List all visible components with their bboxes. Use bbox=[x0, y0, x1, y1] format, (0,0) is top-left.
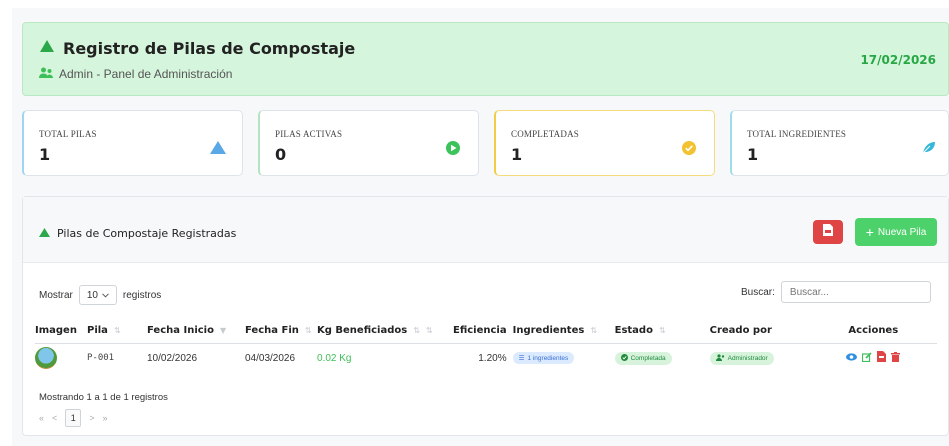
stat-card-completadas: COMPLETADAS 1 bbox=[494, 110, 715, 176]
list-icon: ☰ bbox=[518, 355, 525, 363]
cell-ingredientes: ☰ 1 ingredientes bbox=[512, 343, 615, 373]
chevron-down-icon bbox=[102, 290, 109, 301]
last-page-button[interactable]: » bbox=[103, 413, 108, 423]
mountain-icon bbox=[39, 227, 50, 240]
column-header-pila[interactable]: Pila ⇅ bbox=[87, 319, 147, 344]
page-title: Registro de Pilas de Compostaje bbox=[63, 39, 356, 58]
column-header-acciones: Acciones bbox=[809, 319, 937, 344]
page-subtitle: Admin - Panel de Administración bbox=[59, 67, 233, 81]
column-header-ingredientes[interactable]: Ingredientes ⇅ bbox=[512, 319, 615, 344]
page-1-button[interactable]: 1 bbox=[65, 409, 82, 427]
ingredientes-badge[interactable]: ☰ 1 ingredientes bbox=[512, 352, 575, 365]
row-actions bbox=[810, 351, 937, 365]
cell-acciones bbox=[810, 343, 937, 373]
column-header-imagen[interactable]: Imagen bbox=[35, 319, 87, 344]
stat-value: 1 bbox=[747, 145, 759, 164]
cell-imagen bbox=[35, 343, 87, 373]
current-date: 17/02/2026 bbox=[860, 53, 936, 67]
cell-eficiencia: 1.20% bbox=[478, 352, 507, 364]
stat-card-total-pilas: TOTAL PILAS 1 bbox=[22, 110, 243, 176]
cell-creado-por: Administrador bbox=[709, 343, 810, 373]
panel-title-text: Pilas de Compostaje Registradas bbox=[57, 227, 237, 240]
panel-header: Pilas de Compostaje Registradas + Nueva … bbox=[23, 197, 948, 263]
new-pila-button[interactable]: + Nueva Pila bbox=[855, 218, 937, 246]
export-pdf-button[interactable] bbox=[813, 220, 843, 244]
search-input[interactable] bbox=[780, 281, 931, 303]
column-header-fecha-inicio[interactable]: Fecha Inicio ▼ bbox=[147, 319, 245, 344]
mountain-icon bbox=[39, 39, 55, 58]
column-header-kg[interactable]: Kg Beneficiados ⇅ ⇅ bbox=[317, 319, 433, 344]
new-pila-label: Nueva Pila bbox=[877, 226, 927, 238]
status-badge: Completada bbox=[614, 351, 672, 365]
file-pdf-icon[interactable] bbox=[877, 351, 887, 365]
cell-pila: P-001 bbox=[87, 353, 115, 364]
column-header-estado[interactable]: Estado ⇅ bbox=[614, 319, 710, 344]
creator-badge: Administrador bbox=[709, 351, 774, 365]
page-size-select[interactable]: 10 bbox=[78, 285, 117, 305]
play-icon bbox=[446, 141, 460, 160]
panel-title: Pilas de Compostaje Registradas bbox=[39, 227, 236, 240]
header-subtitle-row: Admin - Panel de Administración bbox=[39, 67, 232, 81]
cell-fecha-fin: 04/03/2026 bbox=[245, 352, 296, 364]
pilas-table: Imagen Pila ⇅ Fecha Inicio ▼ Fecha Fin ⇅ Kg… bbox=[35, 319, 937, 373]
check-circle-icon bbox=[682, 141, 696, 160]
trash-icon[interactable] bbox=[891, 351, 901, 365]
stat-value: 1 bbox=[511, 145, 523, 164]
table-row: P-001 10/02/2026 04/03/2026 0.02 Kg 1.20… bbox=[35, 343, 937, 373]
triangle-icon bbox=[210, 141, 226, 159]
page-size-control: Mostrar 10 registros bbox=[39, 285, 161, 305]
column-header-creado-por[interactable]: Creado por bbox=[709, 319, 810, 344]
stat-value: 0 bbox=[275, 145, 287, 164]
cell-fecha-inicio: 10/02/2026 bbox=[147, 352, 198, 364]
cell-estado: Completada bbox=[614, 343, 710, 373]
column-header-eficiencia[interactable]: Eficiencia bbox=[432, 319, 513, 344]
stat-label: COMPLETADAS bbox=[511, 129, 579, 139]
cell-kg: 0.02 Kg bbox=[317, 352, 352, 364]
first-page-button[interactable]: « bbox=[39, 413, 44, 423]
column-header-fecha-fin[interactable]: Fecha Fin ⇅ bbox=[245, 319, 317, 344]
page-size-value: 10 bbox=[86, 289, 98, 301]
stat-value: 1 bbox=[39, 145, 51, 164]
file-pdf-icon bbox=[823, 223, 833, 241]
plus-icon: + bbox=[865, 224, 874, 240]
stat-label: TOTAL PILAS bbox=[39, 129, 97, 139]
header-title-row: Registro de Pilas de Compostaje bbox=[39, 39, 355, 58]
records-label: registros bbox=[122, 289, 162, 301]
search-label: Buscar: bbox=[741, 286, 775, 298]
table-info: Mostrando 1 a 1 de 1 registros bbox=[39, 392, 168, 403]
stat-label: PILAS ACTIVAS bbox=[275, 129, 343, 139]
pilas-panel: Pilas de Compostaje Registradas + Nueva … bbox=[22, 196, 949, 436]
leaf-icon bbox=[922, 141, 936, 159]
show-label: Mostrar bbox=[39, 289, 73, 301]
check-circle-icon bbox=[620, 353, 628, 363]
page: Registro de Pilas de Compostaje Admin - … bbox=[12, 8, 949, 446]
next-page-button[interactable]: > bbox=[89, 413, 94, 423]
user-icon bbox=[715, 354, 725, 363]
users-icon bbox=[39, 67, 53, 81]
stat-card-pilas-activas: PILAS ACTIVAS 0 bbox=[258, 110, 479, 176]
pagination: « < 1 > » bbox=[39, 409, 108, 427]
search-control: Buscar: bbox=[741, 281, 931, 303]
pila-thumbnail[interactable] bbox=[35, 347, 57, 370]
stat-label: TOTAL INGREDIENTES bbox=[747, 129, 847, 139]
prev-page-button[interactable]: < bbox=[52, 413, 57, 423]
eye-icon[interactable] bbox=[846, 353, 858, 364]
edit-icon[interactable] bbox=[862, 352, 872, 365]
page-header: Registro de Pilas de Compostaje Admin - … bbox=[22, 22, 949, 96]
table-header-row: Imagen Pila ⇅ Fecha Inicio ▼ Fecha Fin ⇅ Kg… bbox=[35, 319, 937, 344]
stat-card-total-ingredientes: TOTAL INGREDIENTES 1 bbox=[730, 110, 949, 176]
